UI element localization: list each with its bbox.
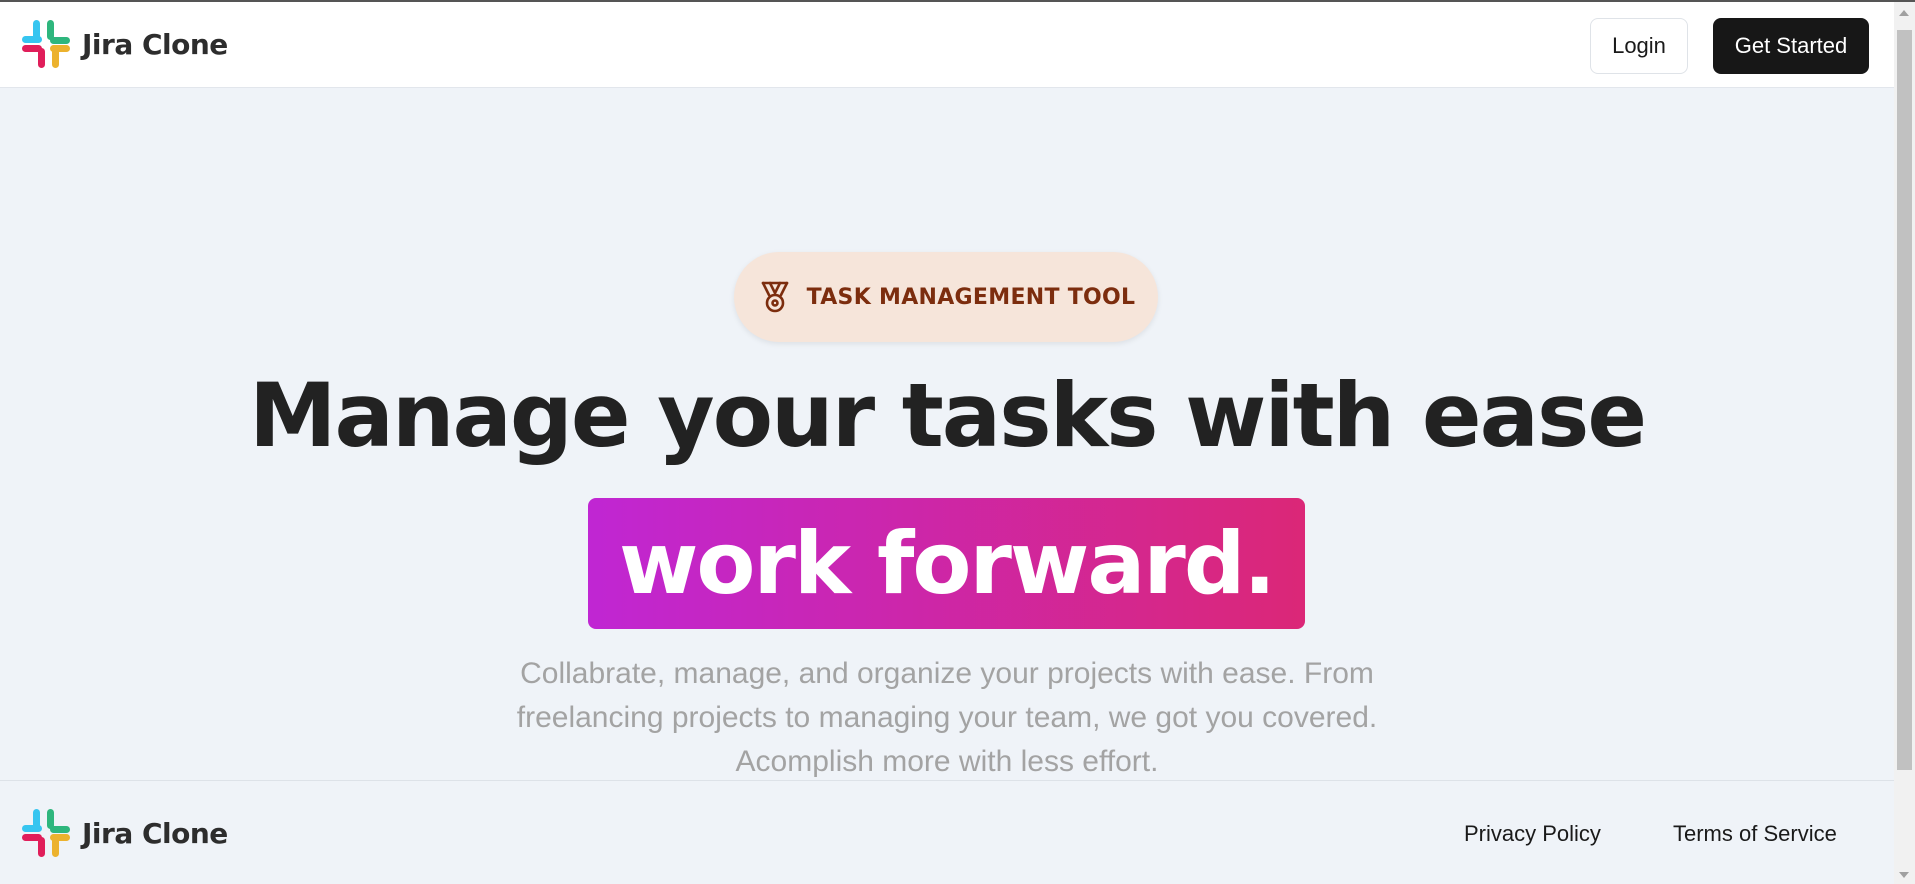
hero-highlight-text: work forward.	[618, 513, 1276, 614]
terms-of-service-link[interactable]: Terms of Service	[1673, 821, 1837, 847]
app-logo-icon	[22, 20, 70, 68]
hero-headline: Manage your tasks with ease	[248, 364, 1647, 467]
login-button[interactable]: Login	[1590, 18, 1688, 74]
hero-subtitle: Collabrate, manage, and organize your pr…	[516, 657, 1378, 778]
badge-label: TASK MANAGEMENT TOOL	[806, 284, 1136, 310]
footer-brand-link[interactable]: Jira Clone	[22, 809, 228, 857]
scroll-up-arrow-icon[interactable]	[1899, 10, 1909, 16]
medal-icon	[761, 281, 788, 313]
hero-highlight: work forward.	[588, 498, 1305, 629]
vertical-scrollbar[interactable]	[1894, 2, 1915, 884]
brand-logo-link[interactable]: Jira Clone	[22, 20, 228, 68]
brand-name: Jira Clone	[82, 27, 228, 61]
footer-brand-name: Jira Clone	[82, 816, 228, 850]
top-navbar: Jira Clone Login Get Started	[0, 2, 1894, 88]
app-logo-icon	[22, 809, 70, 857]
hero-badge: TASK MANAGEMENT TOOL	[734, 252, 1158, 342]
get-started-button[interactable]: Get Started	[1713, 18, 1869, 74]
scroll-down-arrow-icon[interactable]	[1899, 872, 1909, 878]
page-footer: Jira Clone Privacy Policy Terms of Servi…	[0, 780, 1894, 884]
scrollbar-thumb[interactable]	[1897, 30, 1912, 770]
privacy-policy-link[interactable]: Privacy Policy	[1464, 821, 1601, 847]
